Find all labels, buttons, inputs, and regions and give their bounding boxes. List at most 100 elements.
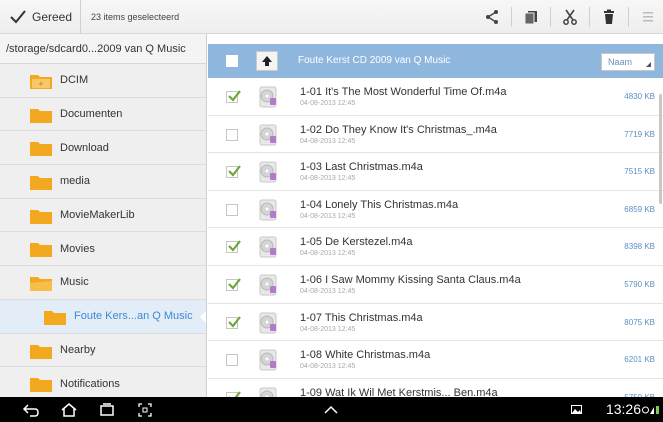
music-file-icon [259,124,277,146]
file-date: 04-08-2013 12:45 [300,250,356,258]
checkmark-icon [228,278,241,290]
file-checkbox[interactable] [226,128,238,141]
select-all-checkbox[interactable] [226,55,238,67]
file-name: 1-06 I Saw Mommy Kissing Santa Claus.m4a [300,273,521,286]
file-rows: 1-01 It's The Most Wonderful Time Of.m4a… [208,78,663,397]
file-name: 1-03 Last Christmas.m4a [300,161,423,174]
file-size: 5790 KB [624,279,655,289]
file-row[interactable]: 1-09 Wat Ik Wil Met Kerstmis... Ben.m4a0… [208,379,663,397]
file-checkbox[interactable] [226,278,241,291]
delete-icon [604,9,614,24]
checkmark-icon [228,90,241,102]
file-row[interactable]: 1-05 De Kerstezel.m4a 04-08-2013 12:45 839… [208,228,663,266]
checkmark-icon [228,240,241,253]
folder-icon [30,378,52,393]
file-date: 04-08-2013 12:45 [300,212,356,220]
file-checkbox[interactable] [226,354,238,367]
separator [628,7,629,27]
system-navigation-bar: 13:26 [0,397,663,422]
chevron-up-icon [324,405,338,414]
gallery-icon [571,405,582,414]
sidebar-folder-item[interactable]: Music [0,266,206,300]
recent-apps-icon [100,402,114,416]
scrollbar[interactable] [659,94,662,204]
checkmark-icon [228,165,241,177]
sidebar-folder-item[interactable]: media [0,165,206,199]
share-button[interactable] [477,0,507,34]
file-name: 1-01 It's The Most Wonderful Time Of.m4a [300,86,507,98]
screenshot-button[interactable] [134,401,156,418]
sidebar-folder-label: DCIM [60,74,89,87]
recent-apps-button[interactable] [96,401,118,418]
sidebar-folder-item[interactable]: Foute Kers...an Q Music [0,299,206,334]
file-size: 7515 KB [624,167,655,177]
parent-folder-button[interactable] [256,51,278,71]
sidebar-folder-item[interactable]: Documenten [0,98,206,132]
sidebar-folder-label: Notifications [60,377,120,390]
screenshot-icon [138,402,152,417]
separator [511,7,512,27]
sidebar-folder-item[interactable]: Download [0,131,206,166]
file-row[interactable]: 1-08 White Christmas.m4a 04-08-2013 12:45… [208,341,663,379]
checkmark-icon [10,9,26,23]
folder-icon [30,176,52,191]
sidebar-folder-item[interactable]: + DCIM [0,64,206,98]
sort-dropdown[interactable]: Naam [601,53,655,71]
overflow-menu-icon [643,12,653,22]
home-button[interactable] [58,401,80,418]
file-row[interactable]: 1-01 It's The Most Wonderful Time Of.m4a… [208,78,663,116]
file-size: 4830 KB [624,92,655,101]
folder-special-icon: + [30,75,52,89]
file-row[interactable]: 1-04 Lonely This Christmas.m4a 04-08-2013… [208,191,663,229]
file-name: 1-04 Lonely This Christmas.m4a [300,198,459,211]
sidebar-folder-label: Music [60,276,89,289]
file-checkbox[interactable] [226,203,238,216]
cut-button[interactable] [555,0,585,34]
svg-text:+: + [38,80,44,88]
arrow-up-icon [262,56,272,66]
file-date: 04-08-2013 12:45 [300,137,356,145]
music-file-icon [259,274,277,296]
action-bar: Gereed 23 items geselecteerd [0,0,663,34]
delete-button[interactable] [594,0,624,34]
file-checkbox[interactable] [226,165,241,179]
music-file-icon [259,161,277,183]
sidebar-folder-item[interactable]: Notifications [0,367,206,397]
checkmark-icon [228,315,241,328]
folder-icon [30,243,52,258]
sidebar-folder-item[interactable]: Movies [0,232,206,267]
file-date: 04-08-2013 12:45 [300,100,356,107]
selection-count: 23 items geselecteerd [91,11,180,22]
back-button[interactable] [20,401,42,418]
copy-icon [524,11,537,25]
file-name: 1-07 This Christmas.m4a [300,311,423,324]
sidebar-folder-item[interactable]: MovieMakerLib [0,199,206,233]
file-row[interactable]: 1-02 Do They Know It's Christmas_.m4a 04-… [208,116,663,154]
file-row[interactable]: 1-03 Last Christmas.m4a 04-08-2013 12:45 7… [208,153,663,191]
music-file-icon [259,236,277,258]
back-icon [22,403,39,417]
music-file-icon [259,387,277,397]
wifi-signal-icon [642,406,659,414]
folder-icon [30,108,52,123]
file-checkbox[interactable] [226,90,241,103]
expand-panel-button[interactable] [320,401,342,418]
file-list-panel: Foute Kerst CD 2009 van Q Music Naam 1-0… [208,34,663,397]
share-icon [486,10,498,24]
file-date: 04-08-2013 12:45 [300,325,356,333]
file-row[interactable]: 1-06 I Saw Mommy Kissing Santa Claus.m4a… [208,266,663,304]
file-name: 1-02 Do They Know It's Christmas_.m4a [300,123,497,136]
file-checkbox[interactable] [226,315,241,329]
done-button[interactable]: Gereed [0,0,82,34]
sidebar-folder-item[interactable]: Nearby [0,334,206,368]
overflow-menu-button[interactable] [633,0,663,34]
sidebar-folder-label: Movies [60,242,95,255]
file-size: 6201 KB [624,355,655,365]
file-date: 04-08-2013 12:45 [300,287,356,295]
file-manager-app: Gereed 23 items geselecteerd /storage/sd… [0,0,663,422]
file-row[interactable]: 1-07 This Christmas.m4a 04-08-2013 12:45 8… [208,304,663,342]
copy-button[interactable] [516,0,546,34]
action-icons [477,0,663,34]
file-size: 8398 KB [624,242,655,252]
file-checkbox[interactable] [226,240,241,254]
